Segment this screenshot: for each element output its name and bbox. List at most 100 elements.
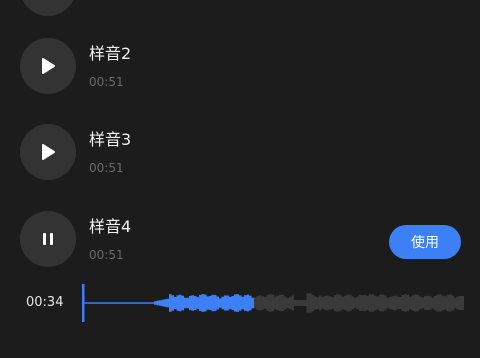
waveform-bar [289, 296, 292, 310]
waveform-bar [96, 302, 99, 304]
waveform-bar [426, 295, 429, 311]
waveform-bar [121, 302, 124, 304]
sample-play-button[interactable] [20, 124, 76, 180]
waveform-bar [351, 296, 354, 310]
waveform-bar [246, 294, 249, 312]
waveform-bar [371, 294, 374, 312]
waveform-bar [386, 297, 389, 309]
waveform-bar [356, 296, 359, 310]
waveform-bar [451, 295, 454, 311]
waveform-bar [224, 295, 227, 311]
waveform-bar [444, 296, 447, 310]
waveform-bar [89, 302, 92, 304]
waveform-bar [401, 294, 404, 312]
waveform-bar [309, 293, 312, 313]
waveform-bar [254, 297, 257, 309]
waveform-bar [161, 299, 164, 307]
waveform-bar [364, 295, 367, 311]
waveform-bar [231, 295, 234, 311]
previous-sample-play-button[interactable] [20, 0, 76, 16]
waveform-bar [261, 296, 264, 310]
waveform-bar [304, 300, 307, 306]
waveform-bar [344, 295, 347, 311]
waveform-bar [186, 297, 189, 309]
waveform-bar [154, 301, 157, 305]
waveform-bar [441, 295, 444, 311]
waveform-bar [336, 294, 339, 312]
waveform-bar [159, 300, 162, 306]
waveform-bar [151, 302, 154, 304]
waveform-bar [421, 297, 424, 309]
waveform-bar [299, 300, 302, 306]
play-icon [42, 144, 55, 160]
waveform-bar [94, 302, 97, 304]
waveform-bar [126, 302, 129, 304]
waveform-bar [124, 302, 127, 304]
waveform-bar [369, 294, 372, 312]
waveform-bar [166, 298, 169, 308]
waveform-bar [249, 295, 252, 311]
waveform-bar [146, 302, 149, 304]
waveform-bar [396, 296, 399, 310]
waveform-bar [251, 297, 254, 309]
waveform-bar [134, 302, 137, 304]
waveform-bar [256, 295, 259, 311]
waveform-bar [201, 294, 204, 312]
waveform-bar [379, 294, 382, 312]
use-button[interactable]: 使用 [389, 225, 461, 259]
waveform-bar [131, 302, 134, 304]
waveform-bar [86, 302, 89, 304]
waveform-bar [226, 295, 229, 311]
waveform-bar [439, 294, 442, 312]
waveform-bar [244, 295, 247, 311]
sample-duration: 00:51 [89, 75, 124, 89]
sample-title: 样音3 [89, 130, 132, 149]
waveform-bar [111, 302, 114, 304]
play-icon [42, 58, 55, 74]
waveform-bar [259, 295, 262, 311]
playhead [82, 284, 85, 322]
waveform-bar [329, 296, 332, 310]
waveform-bar [214, 294, 217, 312]
waveform-bar [294, 300, 297, 306]
waveform-bar [206, 296, 209, 310]
waveform-bar [189, 295, 192, 311]
waveform-bar [196, 297, 199, 309]
waveform-scrubber[interactable] [78, 280, 470, 328]
waveform-bar [339, 294, 342, 312]
waveform-bar [449, 294, 452, 312]
waveform-bar [434, 295, 437, 311]
waveform-bar [284, 296, 287, 310]
waveform-bar [191, 295, 194, 311]
waveform-bar [216, 296, 219, 310]
waveform-bar [264, 297, 267, 309]
waveform-bar [109, 302, 112, 304]
waveform-bar [331, 297, 334, 309]
waveform-bar [269, 294, 272, 312]
waveform-bar [354, 297, 357, 309]
waveform-bar [209, 295, 212, 311]
waveform-bar [239, 295, 242, 311]
waveform-bar [144, 302, 147, 304]
waveform-bar [139, 302, 142, 304]
waveform-bar [321, 297, 324, 309]
waveform-bar [274, 296, 277, 310]
waveform-bar [461, 295, 464, 311]
waveform-bar [316, 296, 319, 310]
waveform-bar [376, 296, 379, 310]
waveform-bar [424, 296, 427, 310]
current-time: 00:34 [26, 295, 64, 310]
sample-play-button[interactable] [20, 38, 76, 94]
waveform-bar [394, 295, 397, 311]
waveform-bar [156, 300, 159, 306]
sample-title: 样音2 [89, 44, 132, 63]
sample-pause-button[interactable] [20, 211, 76, 267]
waveform-bar [91, 302, 94, 304]
waveform-bar [319, 295, 322, 311]
waveform-bar [366, 295, 369, 311]
sample-item: 样音3 00:51 [0, 112, 480, 192]
waveform-bar [119, 302, 122, 304]
waveform-bar [181, 295, 184, 311]
waveform-bar [334, 294, 337, 312]
waveform-bar [359, 295, 362, 311]
